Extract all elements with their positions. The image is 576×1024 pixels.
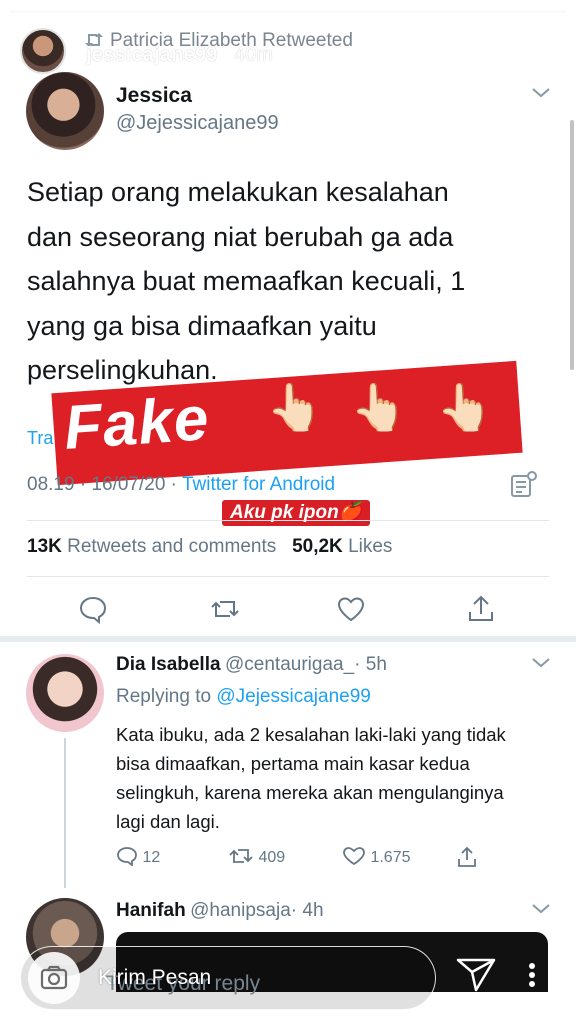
send-icon[interactable]: [452, 950, 500, 998]
story-timestamp: 40m: [234, 44, 273, 66]
replying-to: Replying to @Jejessicajane99: [116, 686, 371, 708]
like-icon: [343, 847, 365, 866]
share-icon[interactable]: [464, 592, 498, 626]
reply-text: Kata ibuku, ada 2 kesalahan laki-laki ya…: [116, 724, 506, 832]
reply-comment-action[interactable]: 12: [116, 846, 160, 867]
retweet-icon[interactable]: [208, 592, 242, 626]
reply-time: · 4h: [290, 900, 324, 921]
story-progress-bar: [10, 10, 566, 13]
share-icon: [458, 846, 476, 867]
section-separator: [0, 636, 576, 642]
replying-prefix: Replying to: [116, 686, 217, 707]
reply-author-name[interactable]: Dia Isabella: [116, 654, 221, 675]
reply-like-action[interactable]: 1.675: [342, 846, 411, 867]
close-icon[interactable]: [522, 32, 566, 76]
replying-to-handle[interactable]: @Jejessicajane99: [216, 686, 371, 707]
translate-tweet-link[interactable]: Tra: [27, 428, 53, 449]
tweet-line: salahnya buat memaafkan kecuali, 1: [27, 266, 466, 296]
reply-share-action[interactable]: [456, 846, 478, 869]
send-message-bar[interactable]: [20, 946, 436, 1010]
tweet-text: Setiap orang melakukan kesalahan dan ses…: [27, 170, 547, 393]
tweet-timestamp: 08.19 · 16/07/20 ·: [27, 474, 182, 495]
likes-count[interactable]: 50,2K: [292, 536, 343, 557]
author-avatar[interactable]: [26, 72, 104, 150]
reply-retweet-count: 409: [258, 849, 286, 866]
chevron-down-icon[interactable]: [530, 656, 552, 675]
reply-header: Hanifah @hanipsaja· 4h: [116, 900, 324, 922]
reply-header: Dia Isabella @centaurigaa_· 5h: [116, 654, 387, 676]
fake-label: Fake: [61, 384, 212, 463]
more-options-icon[interactable]: [510, 960, 554, 990]
story-progress-fill: [10, 10, 566, 13]
divider: [27, 576, 549, 577]
tweet-stats: 13K Retweets and comments 50,2K Likes: [27, 536, 392, 558]
tweet-line: Setiap orang melakukan kesalahan: [27, 177, 449, 207]
sticker-text: Aku pk ipon🍎: [222, 500, 371, 526]
author-handle[interactable]: @Jejessicajane99: [116, 112, 279, 135]
pointing-hand-icon: 👆🏻: [266, 381, 324, 433]
reply-author-handle[interactable]: @centaurigaa_: [225, 654, 354, 675]
reply-avatar[interactable]: [26, 654, 104, 732]
reply-comment-count: 12: [142, 849, 161, 866]
chevron-down-icon[interactable]: [530, 902, 552, 921]
tweet-line: yang ga bisa dimaafkan yaitu: [27, 310, 377, 341]
reply-author-handle[interactable]: @hanipsaja: [190, 900, 291, 921]
scrollbar[interactable]: [570, 120, 574, 370]
likes-label[interactable]: Likes: [348, 536, 392, 557]
story-user-avatar[interactable]: [20, 28, 66, 74]
divider: [27, 520, 549, 521]
author-name[interactable]: Jessica: [116, 84, 192, 108]
pointing-hand-icon: 👆🏻: [350, 381, 408, 433]
reply-author-name[interactable]: Hanifah: [116, 900, 186, 921]
like-icon[interactable]: [334, 592, 368, 626]
tweet-line: dan seseorang niat berubah ga ada: [27, 221, 454, 252]
tweet-source[interactable]: Twitter for Android: [182, 474, 335, 495]
analytics-icon[interactable]: [508, 470, 538, 500]
pointing-hand-icon: 👆🏻: [436, 381, 494, 433]
chevron-down-icon[interactable]: [530, 86, 552, 105]
tweet-meta: 08.19 · 16/07/20 · Twitter for Android: [27, 474, 335, 496]
retweet-icon: [229, 849, 253, 863]
send-message-input[interactable]: Kirim Pesan: [98, 966, 211, 990]
story-username[interactable]: jessicajane99: [86, 44, 218, 67]
reply-retweet-action[interactable]: 409: [228, 846, 285, 867]
retweets-count[interactable]: 13K: [27, 536, 62, 557]
retweets-label[interactable]: Retweets and comments: [67, 536, 276, 557]
reply-like-count: 1.675: [370, 849, 411, 866]
camera-icon[interactable]: [28, 952, 80, 1004]
reply-icon: [117, 847, 137, 867]
reply-icon[interactable]: [76, 592, 110, 626]
reply-time: · 5h: [354, 654, 387, 675]
thread-line: [64, 738, 66, 888]
